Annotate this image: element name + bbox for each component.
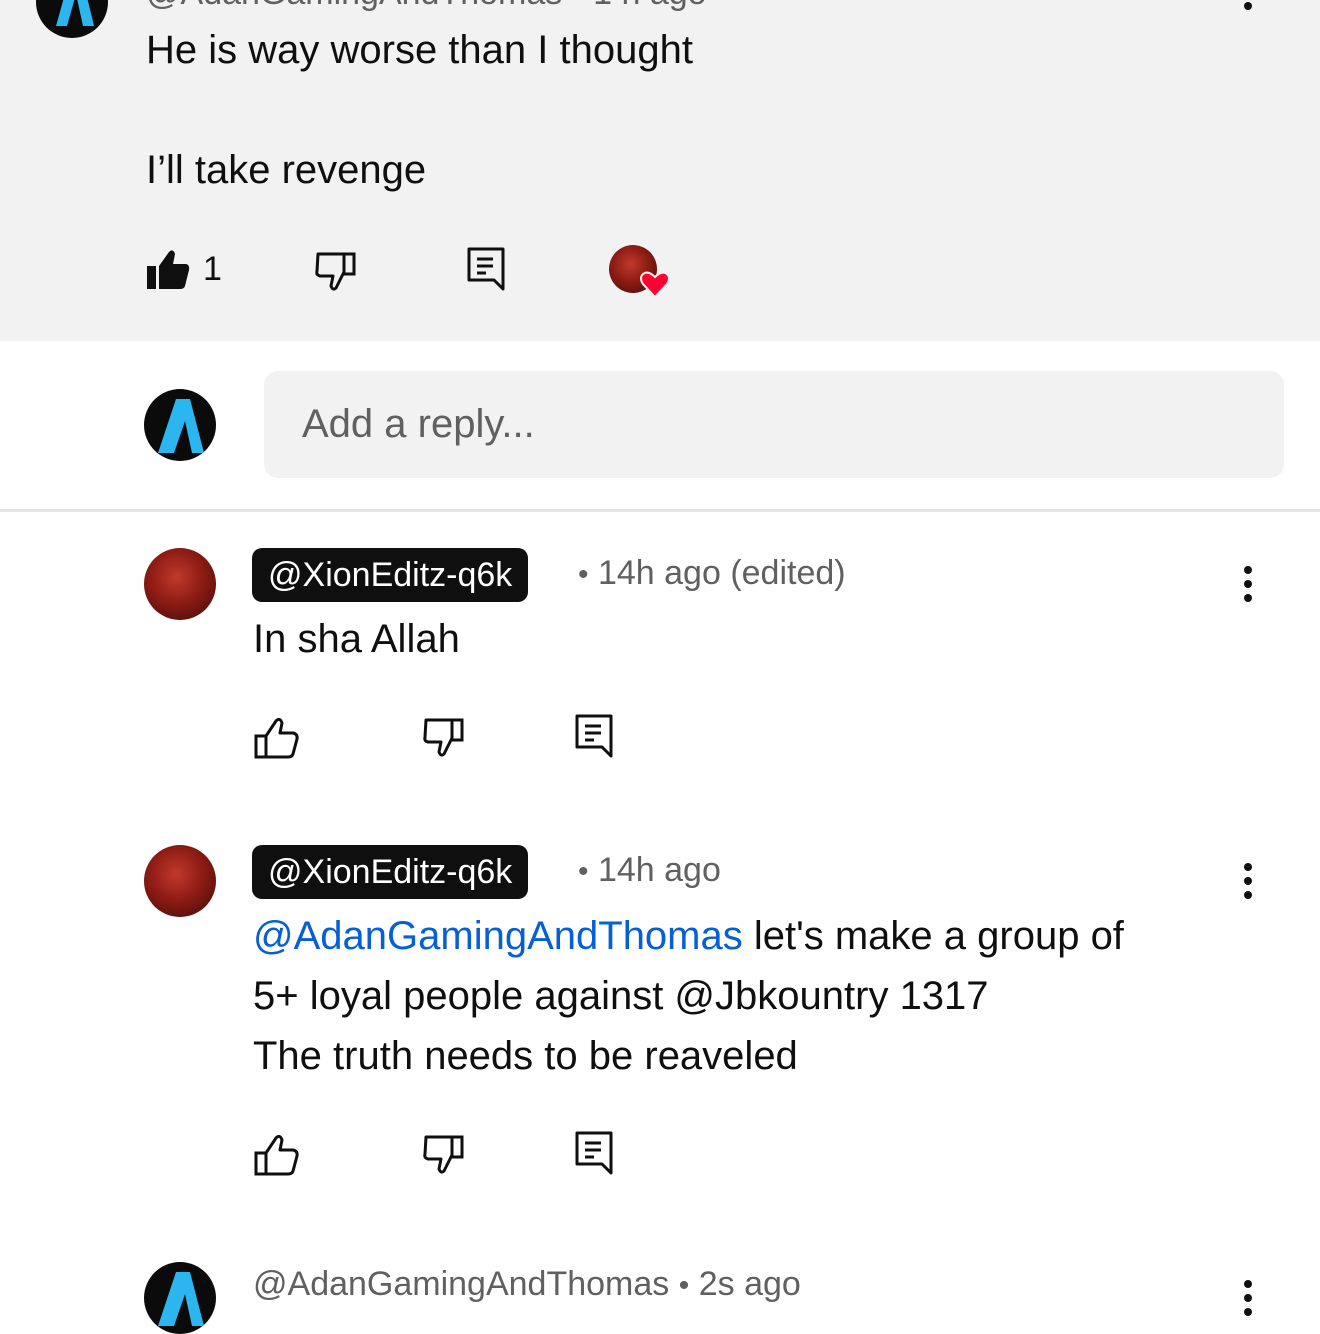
reply-avatar[interactable]	[144, 845, 216, 917]
separator: •	[578, 558, 589, 591]
heart-icon	[639, 268, 671, 300]
dislike-icon[interactable]	[422, 716, 468, 758]
reply-text: In sha Allah	[253, 617, 460, 661]
reply-avatar[interactable]	[144, 548, 216, 620]
top-comment-time: 1 h ago	[593, 0, 706, 12]
separator: •	[578, 855, 589, 888]
dislike-icon[interactable]	[422, 1133, 468, 1175]
reply-author[interactable]: @AdanGamingAndThomas	[253, 1265, 669, 1303]
my-avatar	[144, 389, 216, 461]
reply-author-pill[interactable]: @XionEditz-q6k	[252, 845, 529, 899]
reply-text-rest: let's make a group of	[742, 914, 1124, 958]
reply-input[interactable]	[264, 371, 1284, 478]
reply-avatar[interactable]	[144, 1262, 216, 1334]
reply-time: 2s ago	[698, 1265, 801, 1303]
like-icon[interactable]	[254, 1133, 300, 1177]
top-comment-text-line2: I’ll take revenge	[146, 148, 427, 192]
reply-text-line1: @AdanGamingAndThomas let's make a group …	[253, 906, 1124, 966]
reply-time: 14h ago (edited)	[597, 554, 846, 592]
like-icon[interactable]	[254, 716, 300, 760]
reply-meta: • 14h ago (edited)	[578, 554, 846, 593]
dislike-icon[interactable]	[314, 250, 360, 292]
more-options-icon[interactable]	[1238, 0, 1258, 22]
reply-meta: • 14h ago	[578, 851, 721, 890]
top-comment-author[interactable]: @AdanGamingAndThomas	[146, 0, 562, 12]
like-count: 1	[203, 250, 222, 288]
mention-link[interactable]: @AdanGamingAndThomas	[253, 914, 743, 958]
more-options-icon[interactable]	[1238, 564, 1258, 604]
reply-author-pill[interactable]: @XionEditz-q6k	[252, 548, 529, 602]
reply-text-line3: The truth needs to be reaveled	[253, 1034, 798, 1078]
more-options-icon[interactable]	[1238, 1278, 1258, 1318]
separator: •	[678, 1269, 690, 1302]
reply-icon[interactable]	[466, 246, 506, 292]
reply-icon[interactable]	[574, 713, 614, 759]
divider	[0, 509, 1320, 512]
separator: •	[572, 0, 584, 12]
reply-time: 14h ago	[597, 851, 721, 889]
reply-text-line2: 5+ loyal people against @Jbkountry 1317	[253, 974, 989, 1018]
reply-meta: @AdanGamingAndThomas • 2s ago	[253, 1265, 801, 1304]
reply-input-box[interactable]	[264, 371, 1284, 478]
top-comment-text-line1: He is way worse than I thought	[146, 28, 693, 72]
reply-icon[interactable]	[574, 1130, 614, 1176]
more-options-icon[interactable]	[1238, 861, 1258, 901]
top-comment-meta: @AdanGamingAndThomas • 1 h ago	[146, 0, 707, 13]
like-filled-icon[interactable]	[145, 246, 191, 292]
